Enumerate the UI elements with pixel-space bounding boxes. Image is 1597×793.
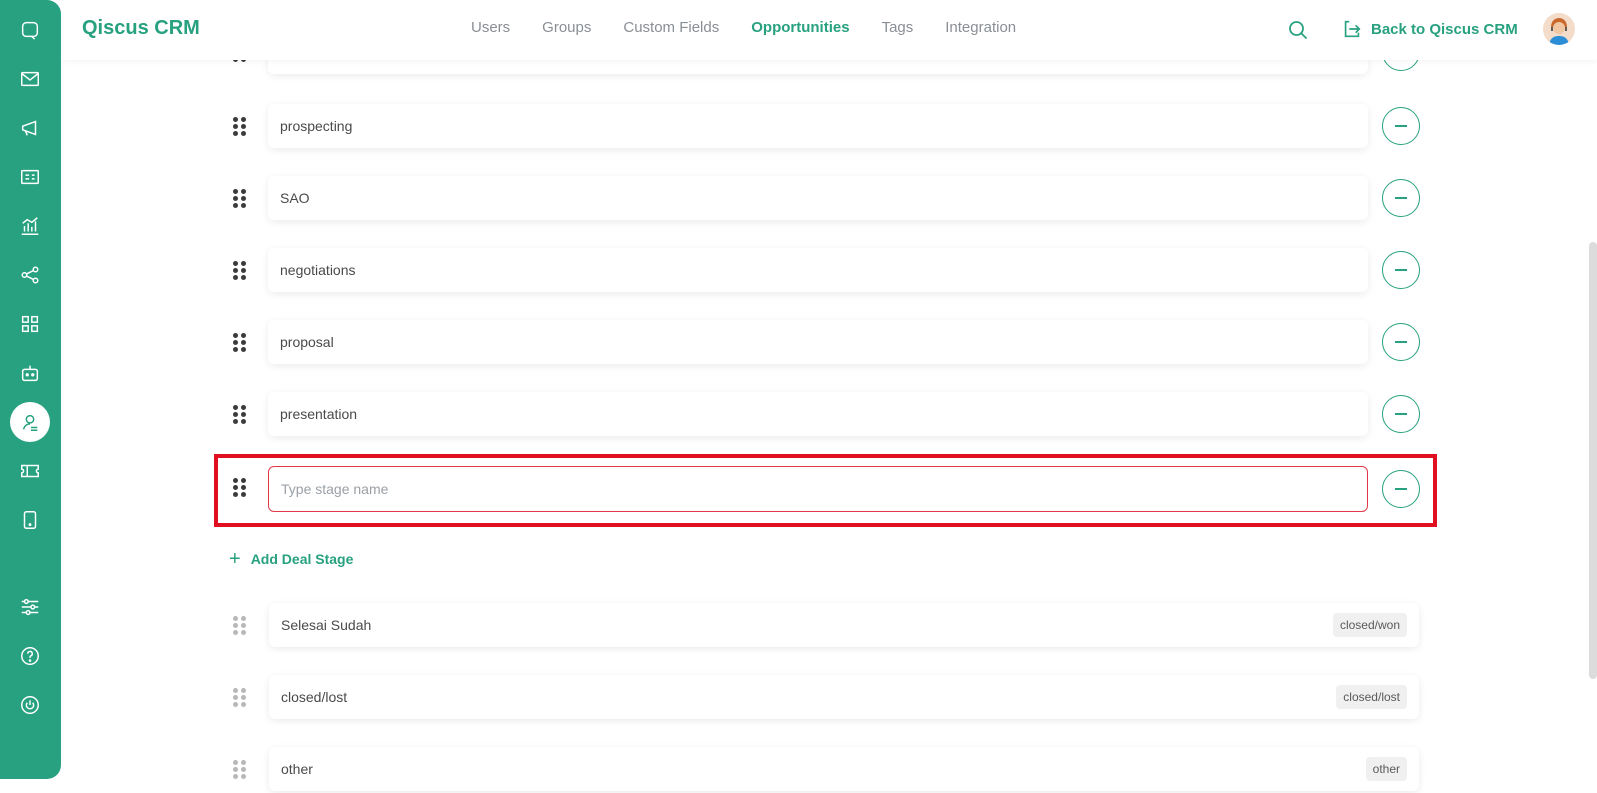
remove-stage-button[interactable] [1382, 395, 1420, 433]
back-link-label: Back to Qiscus CRM [1371, 20, 1518, 38]
fixed-stage-row: closed/lost closed/lost [61, 675, 1597, 721]
chat-icon[interactable] [10, 10, 50, 50]
stage-name-field[interactable]: negotiations [268, 248, 1368, 292]
drag-handle-icon [233, 760, 247, 780]
settings-sliders-icon[interactable] [10, 587, 50, 627]
drag-handle-icon[interactable] [233, 405, 247, 425]
analytics-icon[interactable] [10, 206, 50, 246]
search-icon[interactable] [1286, 18, 1310, 42]
apps-grid-icon[interactable] [10, 304, 50, 344]
exit-arrow-icon [1344, 20, 1361, 38]
stage-name-field[interactable]: proposal [268, 320, 1368, 364]
new-stage-name-input[interactable] [268, 466, 1368, 512]
add-deal-stage-label: Add Deal Stage [250, 551, 354, 567]
stage-name-field[interactable]: SAO [268, 176, 1368, 220]
remove-stage-button[interactable] [1382, 107, 1420, 145]
top-nav: Users Groups Custom Fields Opportunities… [471, 19, 1048, 36]
top-bar: Qiscus CRM Users Groups Custom Fields Op… [61, 0, 1597, 60]
fixed-stage-row: other other [61, 747, 1597, 793]
stage-name-field[interactable]: presentation [268, 392, 1368, 436]
fixed-stage-row: Selesai Sudah closed/won [61, 603, 1597, 649]
drag-handle-icon [233, 688, 247, 708]
megaphone-icon[interactable] [10, 108, 50, 148]
remove-stage-button[interactable] [1382, 179, 1420, 217]
mail-icon[interactable] [10, 59, 50, 99]
nav-integration[interactable]: Integration [945, 19, 1016, 36]
drag-handle-icon[interactable] [233, 333, 247, 353]
share-nodes-icon[interactable] [10, 255, 50, 295]
mobile-icon[interactable] [10, 500, 50, 540]
stage-row: proposal [61, 320, 1597, 366]
fixed-stage-name: other [281, 761, 313, 777]
stage-row: SAO [61, 176, 1597, 222]
remove-stage-button[interactable] [1382, 470, 1420, 508]
fixed-stage-box: Selesai Sudah closed/won [269, 603, 1419, 647]
remove-stage-button[interactable] [1382, 323, 1420, 361]
drag-handle-icon[interactable] [233, 117, 247, 137]
contact-card-icon[interactable] [10, 157, 50, 197]
drag-handle-icon [233, 616, 247, 636]
back-to-qiscus-link[interactable]: Back to Qiscus CRM [1341, 18, 1518, 40]
main-content: prospecting SAO negotiations proposal pr… [61, 0, 1597, 791]
nav-tags[interactable]: Tags [882, 19, 914, 36]
nav-groups[interactable]: Groups [542, 19, 591, 36]
fixed-stage-box: closed/lost closed/lost [269, 675, 1419, 719]
stage-type-badge: closed/lost [1336, 685, 1407, 709]
stage-name-field[interactable]: prospecting [268, 104, 1368, 148]
drag-handle-icon[interactable] [233, 189, 247, 209]
nav-opportunities[interactable]: Opportunities [751, 19, 849, 36]
scrollbar[interactable] [1589, 242, 1597, 679]
nav-users[interactable]: Users [471, 19, 510, 36]
stage-row: presentation [61, 392, 1597, 438]
nav-custom-fields[interactable]: Custom Fields [623, 19, 719, 36]
avatar[interactable] [1543, 13, 1575, 45]
drag-handle-icon[interactable] [233, 478, 247, 498]
stage-row: negotiations [61, 248, 1597, 294]
drag-handle-icon[interactable] [233, 261, 247, 281]
fixed-stage-box: other other [269, 747, 1419, 791]
sidebar [0, 0, 61, 779]
stage-type-badge: closed/won [1332, 613, 1407, 637]
fixed-stage-name: closed/lost [281, 689, 348, 705]
crm-user-icon[interactable] [10, 402, 50, 442]
remove-stage-button[interactable] [1382, 251, 1420, 289]
ticket-icon[interactable] [10, 451, 50, 491]
help-icon[interactable] [10, 636, 50, 676]
stage-row: prospecting [61, 104, 1597, 150]
robot-icon[interactable] [10, 353, 50, 393]
plus-icon: + [229, 548, 241, 570]
brand-logo[interactable]: Qiscus CRM [82, 17, 200, 40]
stage-type-badge: other [1365, 757, 1407, 781]
fixed-stage-name: Selesai Sudah [281, 617, 372, 633]
power-icon[interactable] [10, 685, 50, 725]
add-deal-stage-button[interactable]: + Add Deal Stage [229, 548, 354, 570]
